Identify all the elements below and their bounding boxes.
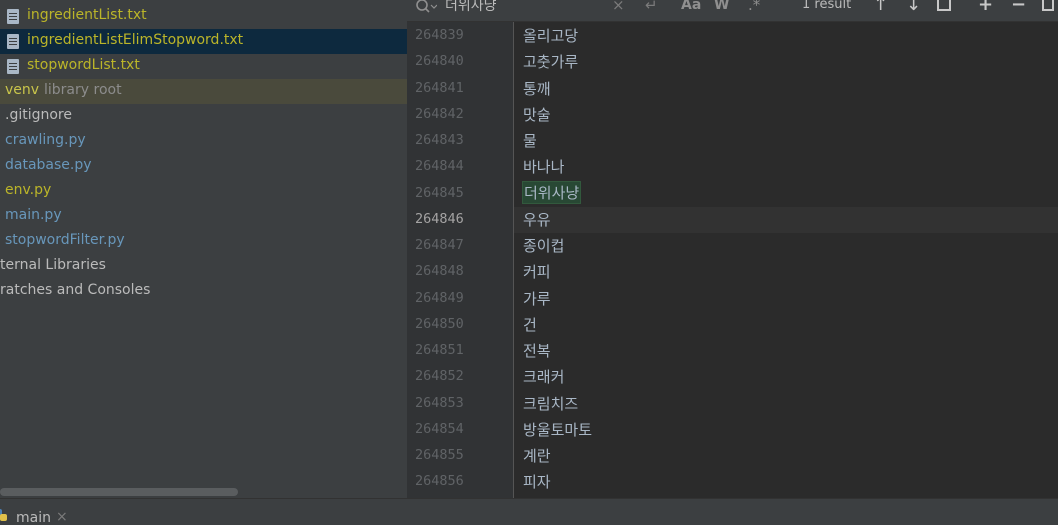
tree-item-label: .gitignore — [5, 107, 72, 123]
tree-item-gitignore[interactable]: .gitignore — [0, 104, 407, 129]
line-number: 264843 — [415, 132, 464, 148]
project-tree: ingredientList.txt ingredientListElimSto… — [0, 0, 407, 498]
line-number: 264841 — [415, 80, 464, 96]
run-tab-main[interactable]: main — [16, 510, 51, 525]
result-count: 1 result — [802, 0, 852, 12]
line-number: 264855 — [415, 447, 464, 463]
select-all-occurrences-icon[interactable] — [937, 0, 951, 11]
regex-toggle[interactable]: .* — [748, 0, 760, 14]
new-line-icon[interactable]: ↵ — [645, 0, 658, 14]
match-case-toggle[interactable]: Aa — [681, 0, 701, 14]
code-line[interactable]: 방울토마토 — [523, 419, 592, 440]
tree-item-database[interactable]: database.py — [0, 154, 407, 179]
tree-item-env[interactable]: env.py — [0, 179, 407, 204]
tree-item-label: stopwordList.txt — [27, 57, 140, 73]
tree-item-label: ratches and Consoles — [0, 282, 151, 298]
code-line[interactable]: 고춧가루 — [523, 51, 578, 72]
library-root-label: library root — [44, 82, 122, 98]
line-number: 264845 — [415, 185, 464, 201]
code-line[interactable]: 건 — [523, 314, 537, 335]
tree-item-label: crawling.py — [5, 132, 86, 148]
code-line[interactable]: 물 — [523, 130, 537, 151]
remove-occurrence-icon[interactable]: − — [1011, 0, 1026, 14]
line-number: 264854 — [415, 421, 464, 437]
exclude-occurrence-icon[interactable] — [1042, 0, 1054, 11]
line-number: 264852 — [415, 368, 464, 384]
python-icon — [0, 509, 7, 521]
close-tab-icon[interactable]: × — [56, 509, 68, 525]
tree-item-stopwordlist[interactable]: stopwordList.txt — [0, 54, 407, 79]
code-line[interactable]: 크림치즈 — [523, 393, 578, 414]
tree-item-label: stopwordFilter.py — [5, 232, 125, 248]
tree-item-label: env.py — [5, 182, 52, 198]
tree-item-main[interactable]: main.py — [0, 204, 407, 229]
line-number: 264842 — [415, 106, 464, 122]
current-line-highlight — [514, 207, 1058, 233]
tree-item-scratches[interactable]: ratches and Consoles — [0, 279, 407, 304]
code-line[interactable]: 통깨 — [523, 78, 551, 99]
find-bar: × ↵ Aa W .* 1 result ↑ ↓ + − — [407, 0, 1058, 22]
text-file-icon — [7, 9, 19, 24]
editor-text-area[interactable]: 올리고당 고춧가루 통깨 맛술 물 바나나 더위사냥 우유 종이컵 커피 가루 … — [514, 22, 1058, 498]
code-line[interactable]: 가루 — [523, 288, 551, 309]
tree-item-label: main.py — [5, 207, 62, 223]
tree-item-label: ingredientList.txt — [27, 7, 147, 23]
line-number: 264851 — [415, 342, 464, 358]
tree-item-label: ingredientListElimStopword.txt — [27, 32, 244, 48]
tree-item-stopwordfilter[interactable]: stopwordFilter.py — [0, 229, 407, 254]
tree-item-label: ternal Libraries — [0, 257, 106, 273]
line-number: 264840 — [415, 53, 464, 69]
code-line[interactable]: 올리고당 — [523, 25, 578, 46]
line-number-gutter: 264839 264840 264841 264842 264843 26484… — [407, 22, 514, 498]
add-occurrence-icon[interactable]: + — [978, 0, 993, 14]
line-number-current: 264846 — [415, 211, 464, 227]
line-number: 264847 — [415, 237, 464, 253]
tree-item-label: venv — [5, 82, 40, 98]
horizontal-scrollbar[interactable] — [0, 488, 238, 496]
code-line[interactable]: 피자 — [523, 471, 551, 492]
code-line[interactable]: 크래커 — [523, 366, 564, 387]
line-number: 264844 — [415, 158, 464, 174]
line-number: 264848 — [415, 263, 464, 279]
line-number: 264856 — [415, 473, 464, 489]
tree-item-crawling[interactable]: crawling.py — [0, 129, 407, 154]
search-input[interactable] — [445, 0, 615, 15]
tree-item-venv[interactable]: venv library root — [0, 79, 407, 104]
search-icon[interactable] — [415, 0, 437, 15]
code-line[interactable]: 전복 — [523, 340, 551, 361]
text-file-icon — [7, 59, 19, 74]
whole-words-toggle[interactable]: W — [714, 0, 729, 14]
tree-item-ingredientlistelimstopword[interactable]: ingredientListElimStopword.txt — [0, 29, 407, 54]
line-number: 264853 — [415, 395, 464, 411]
line-number: 264849 — [415, 290, 464, 306]
text-file-icon — [7, 34, 19, 49]
code-line[interactable]: 커피 — [523, 261, 551, 282]
tree-item-ingredientlist[interactable]: ingredientList.txt — [0, 4, 407, 29]
previous-occurrence-icon[interactable]: ↑ — [873, 0, 888, 14]
code-line[interactable]: 바나나 — [523, 156, 564, 177]
code-line[interactable]: 종이컵 — [523, 235, 564, 256]
tree-item-label: database.py — [5, 157, 92, 173]
clear-search-icon[interactable]: × — [612, 0, 625, 14]
tree-item-external-libraries[interactable]: ternal Libraries — [0, 254, 407, 279]
search-match-line[interactable]: 더위사냥 — [522, 181, 582, 204]
code-line[interactable]: 계란 — [523, 445, 551, 466]
code-line-current[interactable]: 우유 — [523, 209, 551, 230]
line-number: 264839 — [415, 27, 464, 43]
run-tool-window-bar: main × — [0, 498, 1058, 525]
code-line[interactable]: 맛술 — [523, 104, 551, 125]
next-occurrence-icon[interactable]: ↓ — [906, 0, 921, 14]
line-number: 264850 — [415, 316, 464, 332]
